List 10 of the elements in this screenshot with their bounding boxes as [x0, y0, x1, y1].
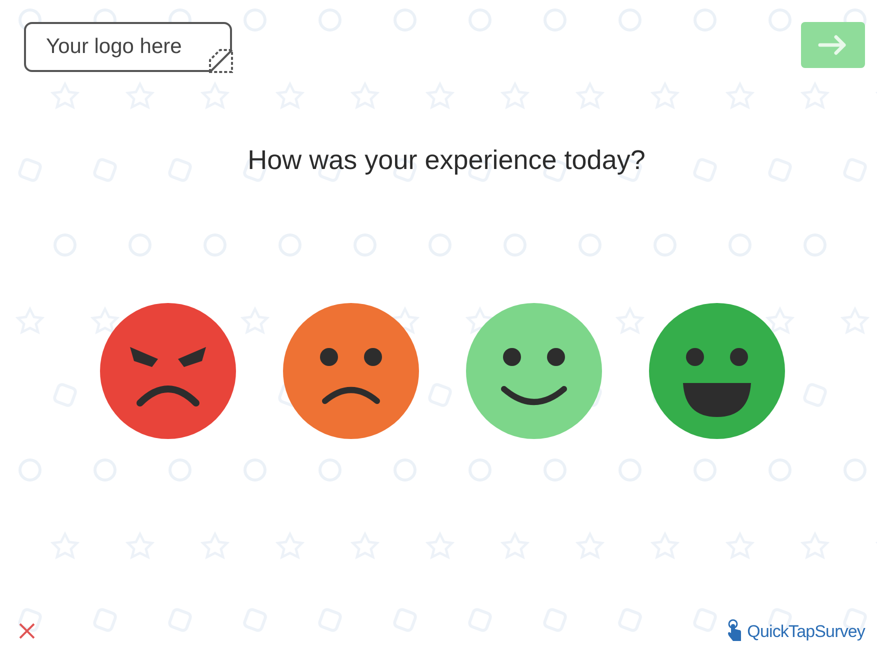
close-icon[interactable] [18, 622, 36, 640]
grin-face-icon[interactable] [649, 302, 785, 438]
survey-question: How was your experience today? [246, 144, 646, 177]
sad-face-icon[interactable] [283, 302, 419, 438]
arrow-right-icon [818, 35, 848, 55]
smile-face-icon[interactable] [466, 302, 602, 438]
brand-name: QuickTapSurvey [747, 620, 865, 642]
logo-text: Your logo here [46, 34, 182, 60]
tap-hand-icon [727, 619, 744, 644]
angry-face-icon[interactable] [100, 302, 236, 438]
